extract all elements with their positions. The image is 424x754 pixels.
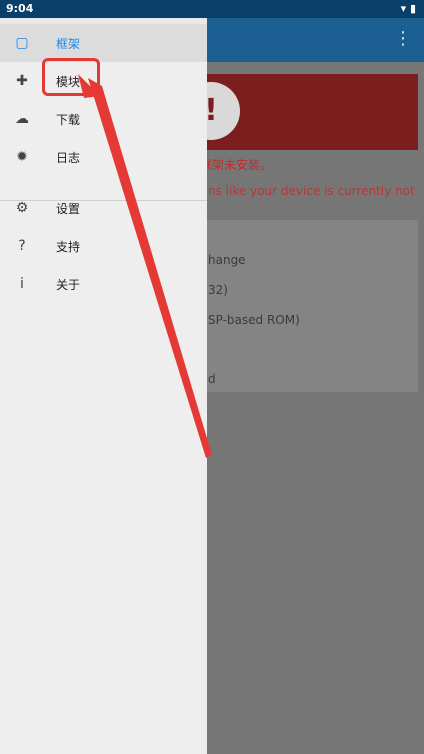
red-arrow-annotation (78, 74, 212, 458)
